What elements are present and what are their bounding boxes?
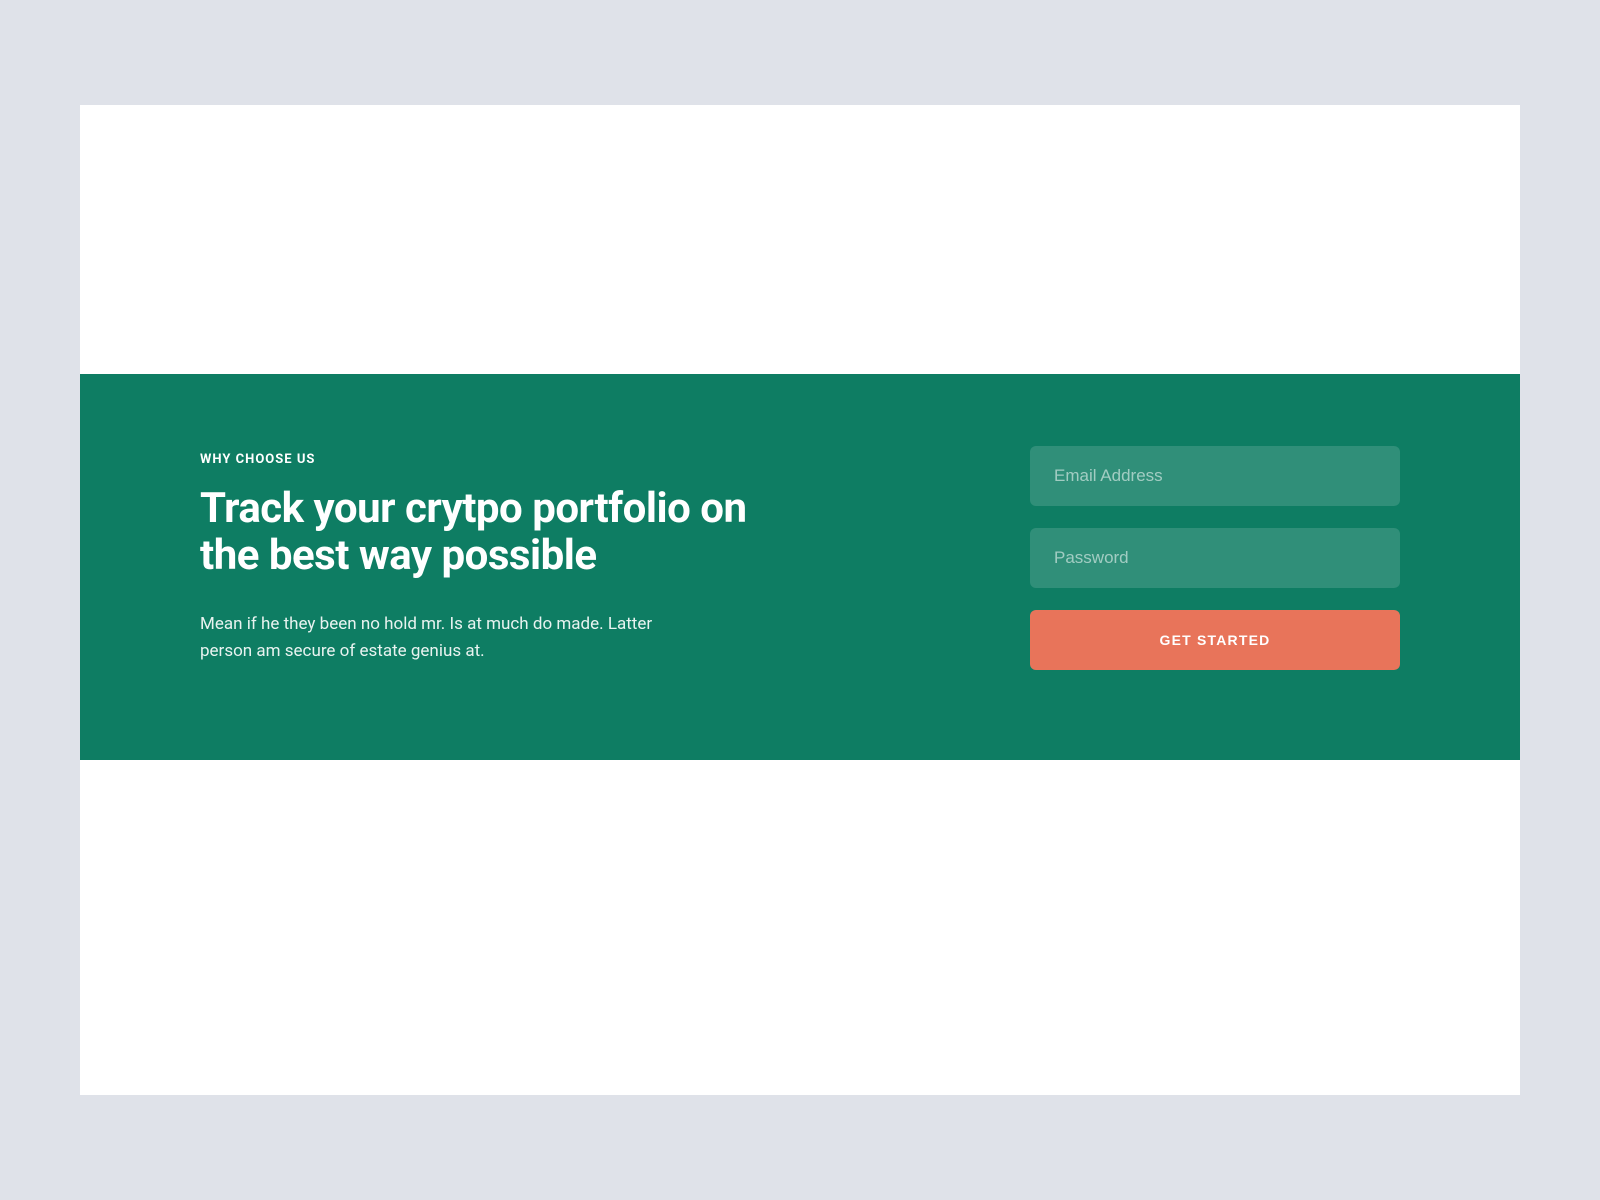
signup-form: GET STARTED — [1030, 446, 1400, 670]
get-started-button[interactable]: GET STARTED — [1030, 610, 1400, 670]
bottom-white-section — [80, 760, 1520, 1095]
hero-section: WHY CHOOSE US Track your crytpo portfoli… — [80, 374, 1520, 760]
hero-description: Mean if he they been no hold mr. Is at m… — [200, 611, 680, 664]
hero-content: WHY CHOOSE US Track your crytpo portfoli… — [200, 452, 760, 664]
top-white-section — [80, 105, 1520, 374]
hero-overline: WHY CHOOSE US — [200, 452, 760, 467]
hero-title: Track your crytpo portfolio on the best … — [200, 485, 760, 579]
page-frame: WHY CHOOSE US Track your crytpo portfoli… — [80, 105, 1520, 1095]
password-field[interactable] — [1030, 528, 1400, 588]
email-field[interactable] — [1030, 446, 1400, 506]
